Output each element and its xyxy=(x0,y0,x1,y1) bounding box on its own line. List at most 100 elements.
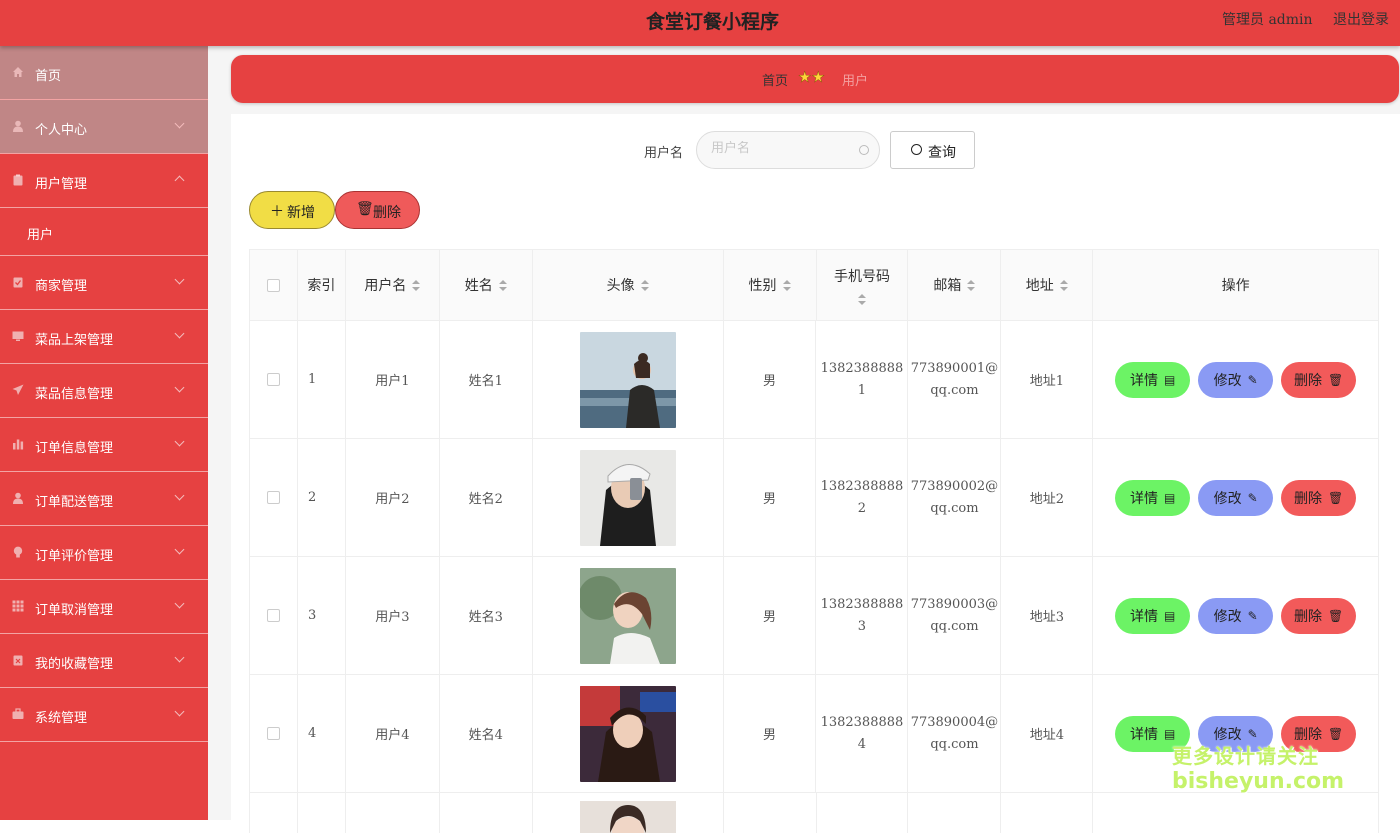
edit-button[interactable]: 修改 ✎ xyxy=(1198,479,1274,516)
breadcrumb-home[interactable]: 首页 xyxy=(762,70,788,89)
chevron-down-icon xyxy=(174,118,185,129)
batch-delete-button[interactable]: 🗑 删除 xyxy=(335,191,420,229)
sort-icon[interactable] xyxy=(498,279,507,291)
sort-icon[interactable] xyxy=(412,279,421,291)
edit-button[interactable]: 修改 ✎ xyxy=(1198,597,1274,634)
cell-email: 773890001@ qq.com xyxy=(908,321,1002,438)
trash-icon: 🗑 xyxy=(1328,490,1344,505)
avatar xyxy=(579,801,676,833)
sidebar-item-label: 订单信息管理 xyxy=(35,441,114,456)
monitor-icon xyxy=(12,331,24,341)
chevron-down-icon xyxy=(174,598,185,609)
header-gender[interactable]: 性别 xyxy=(724,250,817,320)
chevron-down-icon xyxy=(174,490,185,501)
sidebar-item-dish-info[interactable]: 菜品信息管理 xyxy=(0,364,208,418)
sidebar-subitem-user[interactable]: 用户 xyxy=(0,208,208,256)
admin-label: 管理员 admin xyxy=(1222,12,1313,28)
watermark-line2: bisheyun.com xyxy=(1172,769,1345,794)
sidebar-item-order-info[interactable]: 订单信息管理 xyxy=(0,418,208,472)
header-avatar[interactable]: 头像 xyxy=(533,250,724,320)
search-input[interactable] xyxy=(711,141,851,156)
sort-icon[interactable] xyxy=(857,293,866,305)
header-email[interactable]: 邮箱 xyxy=(908,250,1002,320)
delete-button[interactable]: 删除 🗑 xyxy=(1281,597,1357,634)
briefcase-icon xyxy=(12,708,24,719)
detail-button[interactable]: 详情 ▤ xyxy=(1115,479,1191,516)
main-content: 首页 ★★ 用户 用户名 查询 ＋ 新增 🗑 删除 索引 用户名 姓名 xyxy=(208,46,1400,833)
detail-button[interactable]: 详情 ▤ xyxy=(1115,361,1191,398)
logout-link[interactable]: 退出登录 xyxy=(1333,9,1389,29)
select-all-checkbox[interactable] xyxy=(266,278,280,292)
row-checkbox[interactable] xyxy=(266,609,280,622)
watermark: 更多设计请关注 bisheyun.com xyxy=(1172,744,1344,794)
sidebar-item-profile[interactable]: 个人中心 xyxy=(0,100,208,154)
sidebar-item-merchant-management[interactable]: 商家管理 xyxy=(0,256,208,310)
chevron-down-icon xyxy=(174,544,185,555)
cell-phone: 1382388888 4 xyxy=(816,675,909,792)
sidebar-item-user-management[interactable]: 用户管理 xyxy=(0,154,208,208)
sidebar-item-dish-listing[interactable]: 菜品上架管理 xyxy=(0,310,208,364)
search-field[interactable] xyxy=(696,131,880,169)
sort-icon[interactable] xyxy=(782,279,791,291)
sidebar-item-order-cancel[interactable]: 订单取消管理 xyxy=(0,580,208,634)
sort-icon[interactable] xyxy=(640,279,649,291)
chevron-down-icon xyxy=(174,328,185,339)
sidebar-item-label: 菜品上架管理 xyxy=(35,333,114,348)
cell-email: 773890003@ qq.com xyxy=(908,557,1002,674)
document-icon: ▤ xyxy=(1164,726,1176,741)
sidebar-item-label: 首页 xyxy=(35,69,62,84)
pencil-icon: ✎ xyxy=(1247,490,1258,505)
breadcrumb-current: 用户 xyxy=(842,74,869,89)
chevron-down-icon xyxy=(174,274,185,285)
star-separator-icon: ★★ xyxy=(798,68,825,86)
sidebar-subitem-label: 用户 xyxy=(27,228,54,243)
search-label: 用户名 xyxy=(644,146,684,161)
sidebar-item-label: 菜品信息管理 xyxy=(35,387,114,402)
sidebar-item-label: 我的收藏管理 xyxy=(35,657,114,672)
avatar xyxy=(579,449,676,546)
row-checkbox[interactable] xyxy=(266,491,280,504)
row-checkbox[interactable] xyxy=(266,727,280,740)
trash-icon: 🗑 xyxy=(1328,372,1344,387)
cell-actions: 详情 ▤ 修改 ✎ 删除 🗑 xyxy=(1093,321,1380,438)
cell-address: 地址2 xyxy=(1001,439,1094,556)
edit-button[interactable]: 修改 ✎ xyxy=(1198,361,1274,398)
sort-icon[interactable] xyxy=(967,279,976,291)
header-username[interactable]: 用户名 xyxy=(346,250,440,320)
delete-button[interactable]: 删除 🗑 xyxy=(1281,361,1357,398)
search-icon xyxy=(859,145,869,155)
row-checkbox[interactable] xyxy=(266,373,280,386)
delete-button[interactable]: 删除 🗑 xyxy=(1281,479,1357,516)
cell-actions: 详情 ▤ 修改 ✎ 删除 🗑 xyxy=(1093,439,1380,556)
cell-address: 地址3 xyxy=(1001,557,1094,674)
watermark-line1: 更多设计请关注 xyxy=(1172,744,1319,768)
cell-index: 4 xyxy=(298,675,346,792)
search-icon xyxy=(911,144,922,155)
app-title: 食堂订餐小程序 xyxy=(645,11,779,33)
header-address[interactable]: 地址 xyxy=(1001,250,1094,320)
query-button[interactable]: 查询 xyxy=(890,131,975,169)
sidebar-item-order-review[interactable]: 订单评价管理 xyxy=(0,526,208,580)
detail-button[interactable]: 详情 ▤ xyxy=(1115,597,1191,634)
chevron-down-icon xyxy=(174,652,185,663)
user-icon xyxy=(13,492,23,504)
table-row: 3 用户3 姓名3 男 1382388888 3 773890003@ qq.c… xyxy=(250,557,1380,675)
sidebar-item-order-delivery[interactable]: 订单配送管理 xyxy=(0,472,208,526)
avatar xyxy=(579,685,676,782)
sort-icon[interactable] xyxy=(1059,279,1068,291)
cell-username: 用户1 xyxy=(346,321,440,438)
sidebar-item-system[interactable]: 系统管理 xyxy=(0,688,208,742)
sidebar-item-home[interactable]: 首页 xyxy=(0,46,208,100)
user-icon xyxy=(13,120,23,132)
sidebar-item-label: 系统管理 xyxy=(35,711,88,726)
trash-icon: 🗑 xyxy=(1328,608,1344,623)
add-button[interactable]: ＋ 新增 xyxy=(249,191,335,229)
header-phone[interactable]: 手机号码 xyxy=(817,250,909,320)
table-row: 2 用户2 姓名2 男 1382388888 2 773890002@ qq.c… xyxy=(250,439,1380,557)
cell-address: 地址4 xyxy=(1001,675,1094,792)
sidebar-item-favorites[interactable]: 我的收藏管理 xyxy=(0,634,208,688)
chevron-up-icon xyxy=(174,175,185,186)
document-icon: ▤ xyxy=(1164,372,1176,387)
pencil-icon: ✎ xyxy=(1247,608,1258,623)
header-name[interactable]: 姓名 xyxy=(440,250,533,320)
